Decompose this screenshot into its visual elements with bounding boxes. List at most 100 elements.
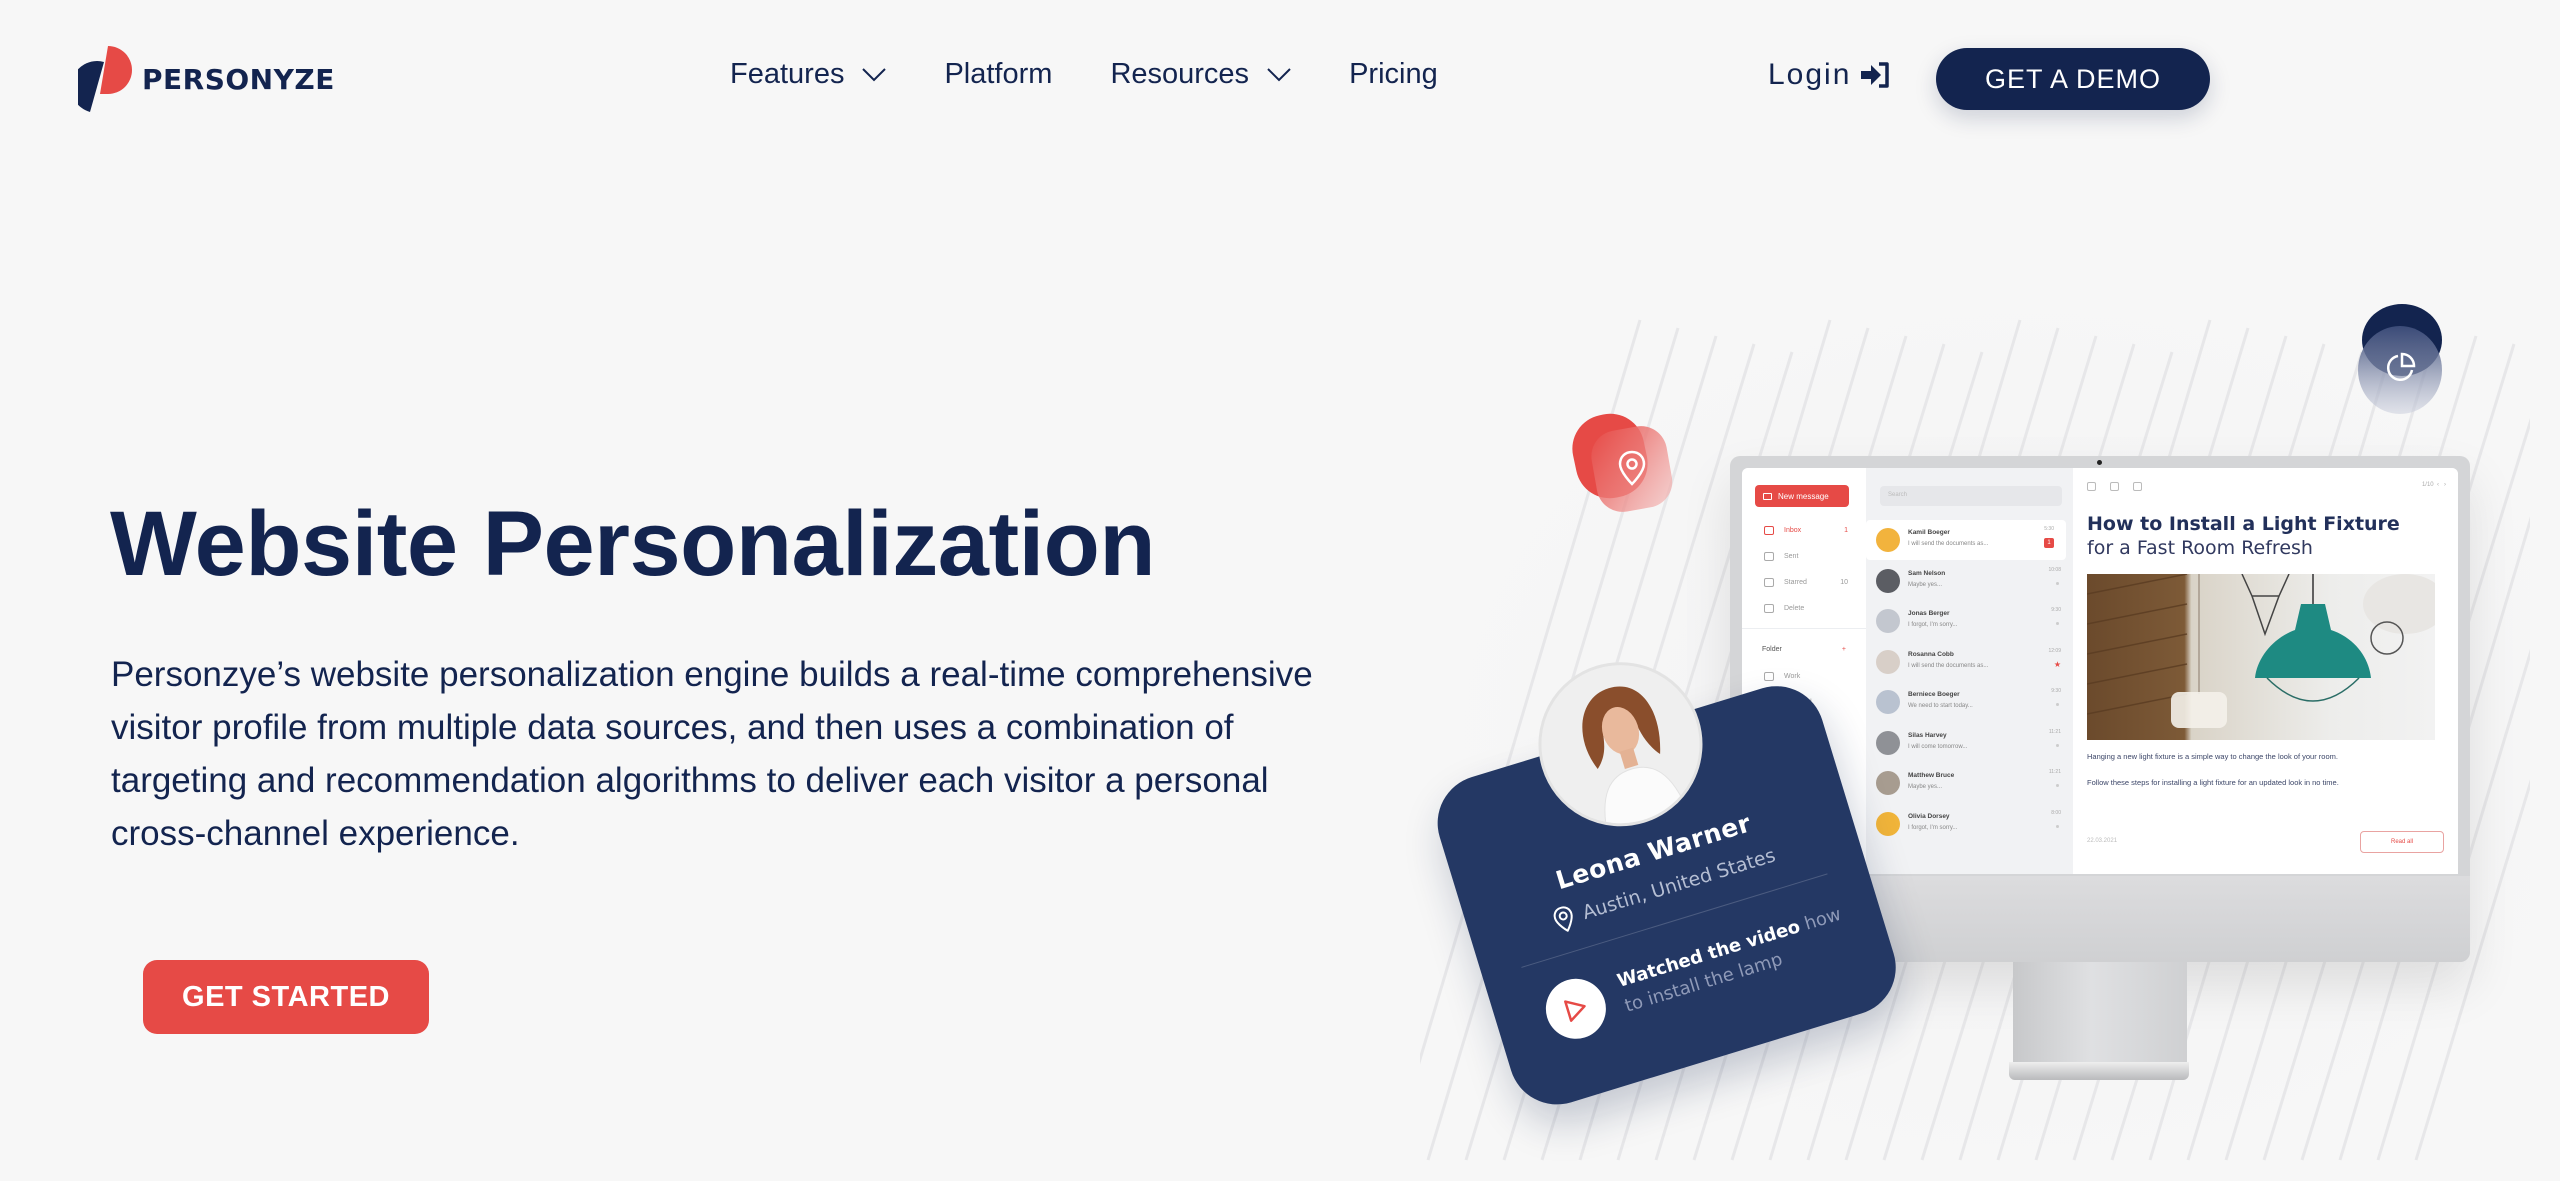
- sidebar-item-delete[interactable]: Delete: [1764, 604, 1848, 613]
- sender-avatar: [1876, 771, 1900, 795]
- sidebar-item-inbox[interactable]: Inbox 1: [1764, 526, 1848, 535]
- login-link[interactable]: Login: [1768, 58, 1891, 92]
- sidebar-item-label: Sent: [1784, 553, 1799, 560]
- logo[interactable]: PERSONYZE: [78, 44, 335, 114]
- message-time: 12:09: [2048, 647, 2061, 654]
- get-started-button[interactable]: GET STARTED: [143, 960, 429, 1034]
- add-folder-button[interactable]: +: [1842, 646, 1846, 653]
- status-dot: [2056, 581, 2059, 585]
- sender-avatar: [1876, 649, 1900, 674]
- chevron-right-icon[interactable]: ›: [2442, 482, 2446, 488]
- message-row[interactable]: Silas Harvey I will come tomorrow... 11:21: [1866, 723, 2073, 763]
- message-preview: I will send the documents as...: [1908, 662, 1989, 669]
- pie-chart-badge: [2358, 304, 2442, 414]
- article-lamp-image: [2087, 574, 2435, 740]
- pager-count: 1/10: [2421, 482, 2434, 488]
- message-row[interactable]: Jonas Berger I forgot, I'm sorry... 9:30: [1866, 601, 2073, 641]
- status-dot: [2056, 703, 2059, 706]
- hero-description: Personzye’s website personalization engi…: [111, 655, 1313, 853]
- message-time: 8:00: [2051, 809, 2061, 816]
- monitor-stand: [2013, 962, 2187, 1062]
- article-paragraph-2: Follow these steps for installing a ligh…: [2087, 778, 2339, 787]
- status-dot: [2056, 743, 2059, 747]
- article-title-rest: for a Fast Room Refresh: [2087, 537, 2313, 559]
- main-nav: Features Platform Resources Pricing: [730, 58, 1496, 91]
- message-row[interactable]: Sam Nelson Maybe yes... 10:08: [1866, 561, 2073, 601]
- sender-name: Silas Harvey: [1908, 731, 1947, 739]
- chevron-left-icon[interactable]: ‹: [2435, 482, 2440, 488]
- monitor-stand-foot: [2009, 1062, 2189, 1080]
- location-pin-icon: [1553, 906, 1573, 933]
- message-time: 10:08: [2048, 566, 2061, 573]
- message-row[interactable]: Kamil Boeger I will send the documents as…: [1866, 520, 2066, 560]
- message-time: 9:30: [2051, 607, 2061, 613]
- hero-title: Website Personalization: [110, 493, 1156, 595]
- article-toolbar: [2087, 482, 2142, 491]
- nav-resources[interactable]: Resources: [1110, 58, 1291, 91]
- sender-name: Berniece Boeger: [1908, 691, 1960, 698]
- message-list: Search Kamil Boeger I will send the docum…: [1866, 468, 2073, 874]
- sidebar-item-starred[interactable]: Starred 10: [1764, 578, 1848, 587]
- article-title-bold: How to Install a Light Fixture: [2087, 513, 2400, 535]
- mail-search-input[interactable]: Search: [1880, 486, 2062, 506]
- sender-name: Rosanna Cobb: [1908, 650, 1954, 658]
- sidebar-item-count: 10: [1840, 579, 1848, 586]
- nav-pricing[interactable]: Pricing: [1349, 58, 1438, 91]
- article-date: 22.03.2021: [2087, 838, 2118, 844]
- sender-avatar: [1876, 568, 1900, 593]
- message-time: 5:30: [2044, 526, 2054, 532]
- monitor-camera: [2097, 460, 2102, 465]
- status-dot: [2056, 824, 2059, 828]
- get-a-demo-button[interactable]: GET A DEMO: [1936, 48, 2210, 110]
- new-message-button[interactable]: New message: [1755, 485, 1849, 507]
- nav-resources-label: Resources: [1110, 58, 1250, 90]
- chevron-down-icon: [1267, 67, 1291, 81]
- folder-heading: Folder +: [1762, 646, 1846, 653]
- sidebar-item-label: Delete: [1784, 605, 1805, 612]
- message-time: 9:30: [2051, 688, 2061, 694]
- sender-name: Sam Nelson: [1908, 569, 1946, 577]
- sender-avatar: [1876, 528, 1900, 552]
- nav-platform[interactable]: Platform: [944, 58, 1052, 91]
- article-pane: 1/10 ‹ › How to Install a Light Fixture …: [2073, 468, 2458, 874]
- nav-features[interactable]: Features: [730, 58, 887, 91]
- chevron-down-icon: [862, 67, 887, 81]
- sidebar-item-label: Starred: [1784, 579, 1807, 586]
- sidebar-item-sent[interactable]: Sent: [1764, 552, 1848, 561]
- message-row[interactable]: Matthew Bruce Maybe yes... 11:21: [1866, 763, 2073, 803]
- read-all-button[interactable]: Read all: [2360, 831, 2444, 853]
- play-icon: [1564, 1000, 1586, 1022]
- message-row[interactable]: Olivia Dorsey I forgot, I'm sorry... 8:00: [1866, 804, 2073, 844]
- article-paragraph-1: Hanging a new light fixture is a simple …: [2087, 752, 2338, 761]
- play-video-button[interactable]: [1538, 971, 1614, 1047]
- status-dot: [2056, 784, 2059, 787]
- map-pin-badge: [1572, 413, 1673, 512]
- message-preview: I will send the documents as...: [1908, 541, 1989, 547]
- like-icon[interactable]: [2087, 482, 2096, 491]
- message-preview: I forgot, I'm sorry...: [1908, 824, 1958, 831]
- sidebar-divider: [1742, 628, 1866, 629]
- star-icon[interactable]: ★: [2054, 660, 2061, 669]
- message-preview: I will come tomorrow...: [1908, 743, 1968, 750]
- sender-avatar: [1876, 690, 1900, 714]
- message-preview: Maybe yes...: [1908, 784, 1943, 790]
- message-time: 11:21: [2048, 728, 2061, 735]
- new-message-label: New message: [1778, 491, 1829, 501]
- envelope-icon: [1763, 492, 1772, 500]
- logo-mark-icon: [78, 46, 132, 112]
- folder-heading-label: Folder: [1762, 646, 1782, 653]
- site-header: PERSONYZE Features Platform Resources Pr…: [0, 0, 2560, 160]
- article-title: How to Install a Light Fixture for a Fas…: [2087, 512, 2427, 560]
- trash-icon[interactable]: [2133, 482, 2142, 491]
- message-row[interactable]: Rosanna Cobb I will send the documents as…: [1866, 642, 2073, 682]
- unread-badge: 1: [2044, 538, 2054, 548]
- sidebar-item-label: Inbox: [1784, 527, 1802, 534]
- nav-pricing-label: Pricing: [1349, 58, 1438, 90]
- thumbs-up-icon: [1764, 578, 1774, 587]
- sender-name: Olivia Dorsey: [1908, 812, 1950, 820]
- folder-icon[interactable]: [2110, 482, 2119, 491]
- sender-avatar: [1876, 811, 1900, 836]
- message-row[interactable]: Berniece Boeger We need to start today...…: [1866, 682, 2073, 722]
- profile-activity: Watched the video how to install the lam…: [1614, 900, 1859, 1020]
- sender-avatar: [1876, 730, 1900, 755]
